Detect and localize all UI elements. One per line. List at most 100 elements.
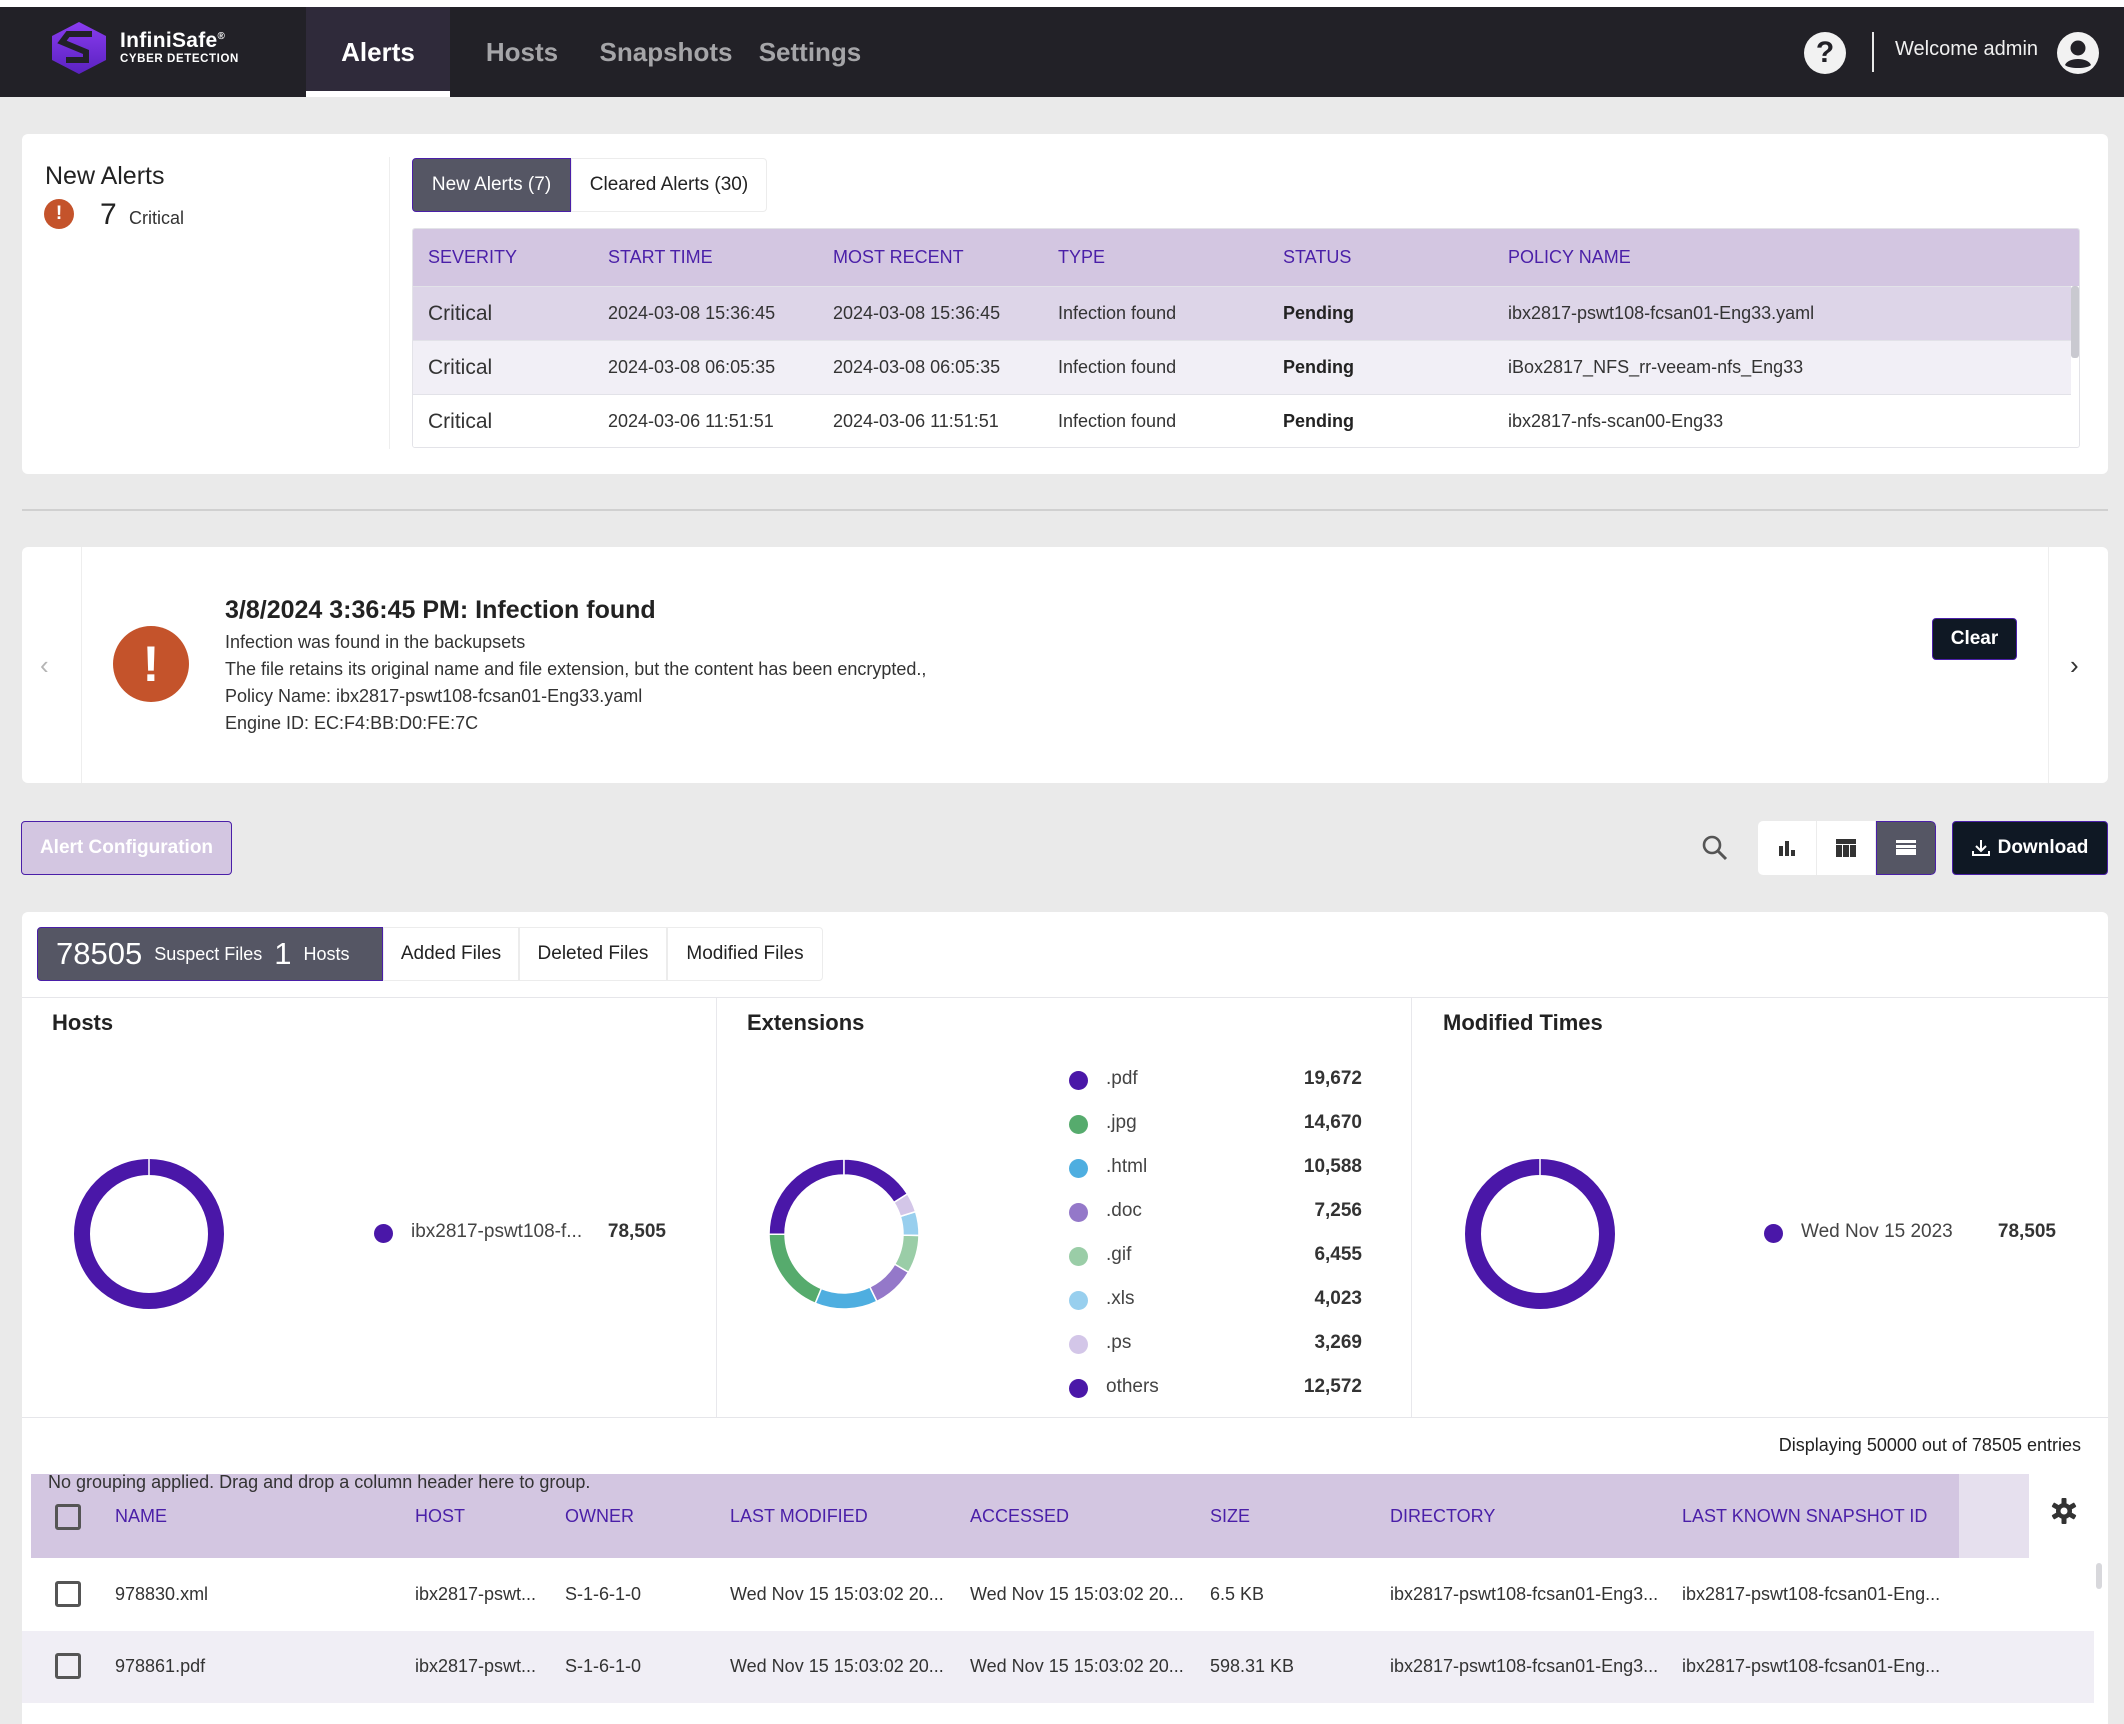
group-drop-zone[interactable]: No grouping applied. Drag and drop a col… — [48, 1472, 590, 1493]
file-name-cell: 978861.pdf — [115, 1656, 206, 1676]
alert-row[interactable]: Critical 2024-03-06 11:51:51 2024-03-06 … — [413, 394, 2071, 447]
column-header-name[interactable]: NAME — [115, 1506, 167, 1527]
status-cell: Pending — [1283, 357, 1354, 377]
legend-label: .html — [1106, 1156, 1148, 1177]
most-recent-cell: 2024-03-06 11:51:51 — [833, 411, 999, 431]
select-all-checkbox[interactable] — [55, 1504, 81, 1530]
nav-tab-settings[interactable]: Settings — [752, 7, 868, 97]
chart-divider — [1411, 998, 1412, 1417]
tab-modified-files[interactable]: Modified Files — [667, 927, 823, 981]
column-header-last-known-snapshot-id[interactable]: LAST KNOWN SNAPSHOT ID — [1682, 1506, 1927, 1527]
gear-icon[interactable] — [2050, 1497, 2078, 1525]
column-header-owner[interactable]: OWNER — [565, 1506, 634, 1527]
row-checkbox[interactable] — [55, 1581, 81, 1607]
alerts-table-header: SEVERITY START TIME MOST RECENT TYPE STA… — [413, 229, 2079, 286]
donut-slice-gif[interactable] — [893, 1234, 920, 1274]
nav-tab-hosts[interactable]: Hosts — [470, 7, 574, 97]
table-view-button[interactable] — [1817, 821, 1876, 875]
table-icon — [1836, 839, 1856, 857]
topbar-divider — [1872, 32, 1874, 72]
severity-cell: Critical — [428, 355, 493, 379]
legend-value: 3,269 — [1314, 1332, 1362, 1353]
files-grid-scrollbar[interactable] — [2096, 1563, 2102, 1589]
search-icon[interactable] — [1700, 833, 1730, 863]
nav-tab-snapshots[interactable]: Snapshots — [596, 7, 736, 97]
column-header-most-recent[interactable]: MOST RECENT — [833, 229, 964, 286]
list-view-button[interactable] — [1876, 821, 1936, 875]
legend-dot — [1069, 1115, 1088, 1134]
legend-label: .gif — [1106, 1244, 1132, 1265]
column-header-type[interactable]: TYPE — [1058, 229, 1105, 286]
help-icon[interactable]: ? — [1804, 32, 1846, 74]
alert-detail-title: 3/8/2024 3:36:45 PM: Infection found — [225, 596, 656, 624]
alert-detail-description: The file retains its original name and f… — [225, 659, 927, 679]
alert-row[interactable]: Critical 2024-03-08 15:36:45 2024-03-08 … — [413, 286, 2071, 340]
legend-value: 14,670 — [1303, 1112, 1362, 1133]
legend-dot — [1069, 1335, 1088, 1354]
critical-label: Critical — [129, 208, 185, 228]
critical-alert-icon: ! — [44, 199, 74, 229]
alerts-table-scrollbar[interactable] — [2071, 286, 2079, 358]
column-header-policy-name[interactable]: POLICY NAME — [1508, 229, 1631, 286]
tab-added-files[interactable]: Added Files — [383, 927, 519, 981]
legend-value: 19,672 — [1303, 1068, 1362, 1089]
welcome-text: Welcome admin — [1895, 38, 2039, 60]
alert-row[interactable]: Critical 2024-03-08 06:05:35 2024-03-08 … — [413, 340, 2071, 394]
legend-dot — [1069, 1203, 1088, 1222]
status-cell: Pending — [1283, 303, 1354, 323]
legend-dot — [1069, 1291, 1088, 1310]
extensions-donut-chart — [768, 1158, 920, 1310]
donut-slice-jpg[interactable] — [768, 1233, 823, 1305]
legend-dot — [1069, 1071, 1088, 1090]
directory-cell: ibx2817-pswt108-fcsan01-Eng3... — [1390, 1656, 1659, 1676]
column-header-status[interactable]: STATUS — [1283, 229, 1351, 286]
policy-name-cell: ibx2817-pswt108-fcsan01-Eng33.yaml — [1508, 303, 1815, 323]
column-header-start-time[interactable]: START TIME — [608, 229, 713, 286]
donut-slice-ibx2817-pswt108-f[interactable] — [74, 1159, 224, 1309]
legend-value: 6,455 — [1314, 1244, 1362, 1265]
hosts-chart-title: Hosts — [52, 1010, 114, 1035]
donut-slice-html[interactable] — [814, 1286, 878, 1310]
legend-value: 4,023 — [1314, 1288, 1362, 1309]
column-header-directory[interactable]: DIRECTORY — [1390, 1506, 1495, 1527]
hosts-label: Hosts — [303, 943, 350, 964]
chevron-right-icon[interactable]: › — [2070, 650, 2079, 681]
chevron-left-icon[interactable]: ‹ — [40, 650, 49, 681]
app-logo[interactable]: InfiniSafe® CYBER DETECTION — [48, 18, 288, 78]
logo-shield-icon — [52, 22, 106, 74]
legend-value: 10,588 — [1303, 1156, 1362, 1177]
new-alerts-title: New Alerts — [45, 162, 165, 190]
type-cell: Infection found — [1058, 411, 1177, 431]
user-avatar-icon[interactable] — [2056, 31, 2100, 75]
column-header-accessed[interactable]: ACCESSED — [970, 1506, 1069, 1527]
start-time-cell: 2024-03-08 15:36:45 — [608, 303, 776, 323]
alert-detail-engine-id: Engine ID: EC:F4:BB:D0:FE:7C — [225, 713, 479, 733]
row-checkbox[interactable] — [55, 1653, 81, 1679]
tab-cleared-alerts[interactable]: Cleared Alerts (30) — [571, 158, 767, 212]
column-header-host[interactable]: HOST — [415, 1506, 465, 1527]
previous-alert-button[interactable] — [22, 547, 82, 783]
type-cell: Infection found — [1058, 357, 1177, 377]
entries-count-text: Displaying 50000 out of 78505 entries — [1778, 1435, 2081, 1455]
column-header-last-modified[interactable]: LAST MODIFIED — [730, 1506, 868, 1527]
critical-count: 7 — [100, 198, 117, 231]
column-header-severity[interactable]: SEVERITY — [428, 229, 517, 286]
logo-subtitle: CYBER DETECTION — [120, 53, 239, 66]
nav-tab-alerts[interactable]: Alerts — [306, 7, 450, 97]
legend-dot — [374, 1224, 393, 1243]
chart-view-button[interactable] — [1758, 821, 1817, 875]
alert-configuration-button[interactable]: Alert Configuration — [21, 821, 232, 875]
tab-deleted-files[interactable]: Deleted Files — [519, 927, 667, 981]
modified-times-donut-chart — [1465, 1158, 1615, 1309]
tab-suspect-files[interactable]: 78505 Suspect Files 1 Hosts — [37, 927, 383, 981]
download-button[interactable]: Download — [1952, 821, 2108, 875]
legend-value: 78,505 — [607, 1221, 666, 1242]
view-mode-toggle — [1758, 821, 1936, 875]
clear-alert-button[interactable]: Clear — [1932, 618, 2017, 660]
owner-cell: S-1-6-1-0 — [565, 1584, 642, 1604]
column-header-size[interactable]: SIZE — [1210, 1506, 1250, 1527]
donut-slice-pdf[interactable] — [768, 1158, 845, 1236]
tab-new-alerts[interactable]: New Alerts (7) — [412, 158, 571, 212]
donut-slice-wed-nov-15-2023[interactable] — [1465, 1159, 1615, 1309]
donut-slice-others[interactable] — [843, 1158, 909, 1204]
